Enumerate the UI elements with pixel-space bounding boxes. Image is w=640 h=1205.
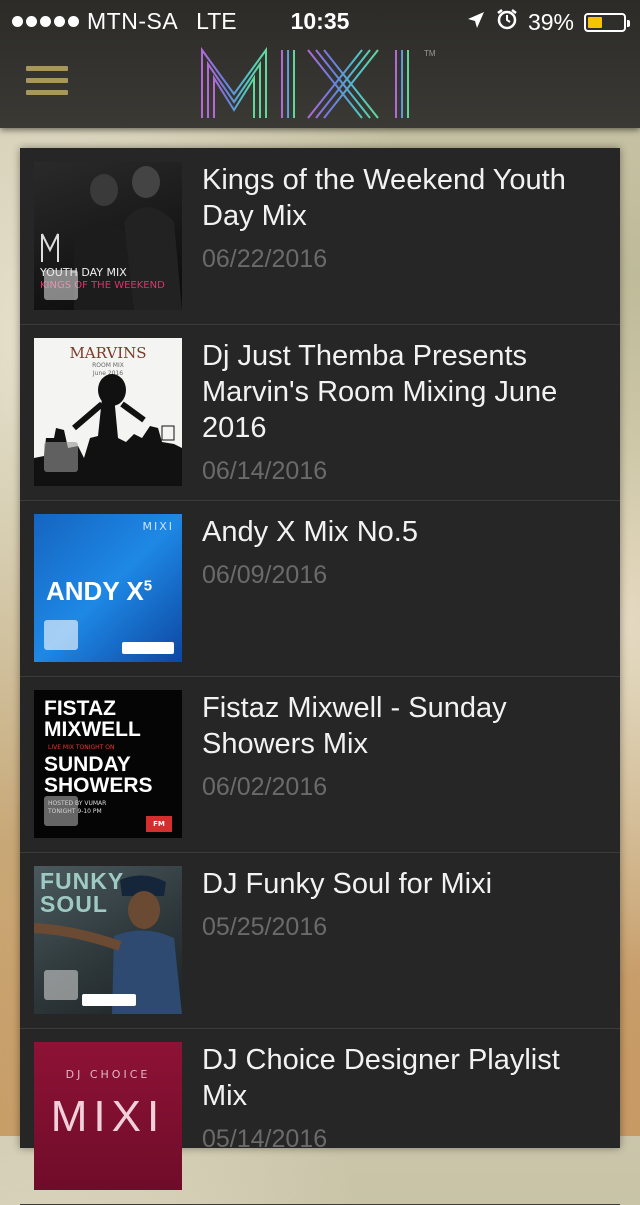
location-arrow-icon xyxy=(466,9,486,36)
mix-cover-art: YOUTH DAY MIX KINGS OF THE WEEKEND xyxy=(34,162,182,310)
mix-date: 06/14/2016 xyxy=(202,457,328,485)
mix-title: DJ Funky Soul for Mixi xyxy=(202,868,493,900)
cover-text: MIXI xyxy=(50,1092,166,1141)
mix-date: 06/09/2016 xyxy=(202,561,328,589)
mix-title: DJ Choice Designer Playlist Mix xyxy=(202,1044,560,1112)
alarm-clock-icon xyxy=(496,8,518,36)
mix-list: YOUTH DAY MIX KINGS OF THE WEEKEND Kings… xyxy=(20,148,620,1205)
hamburger-menu-button[interactable] xyxy=(26,66,68,100)
status-bar: MTN-SA LTE 10:35 39% xyxy=(0,0,640,42)
list-item[interactable]: FISTAZ MIXWELL LIVE MIX TONIGHT ON SUNDA… xyxy=(20,676,620,853)
microphone-icon xyxy=(44,970,78,1000)
cover-text: SUNDAY xyxy=(44,753,131,776)
app-store-badge-icon xyxy=(82,994,136,1006)
microphone-icon xyxy=(44,620,78,650)
mix-title: Andy X Mix No.5 xyxy=(202,516,418,548)
cover-text: 5 xyxy=(143,577,153,595)
cover-text: LIVE MIX TONIGHT ON xyxy=(48,744,115,751)
list-item[interactable]: DJ CHOICE MIXI DJ Choice Designer Playli… xyxy=(20,1028,620,1205)
microphone-icon xyxy=(44,270,78,300)
battery-percent: 39% xyxy=(527,8,574,35)
mix-date: 06/22/2016 xyxy=(202,245,328,273)
mix-date: 05/25/2016 xyxy=(202,913,328,941)
mix-title: Fistaz Mixwell - Sunday Showers Mix xyxy=(202,692,507,760)
cover-text: FISTAZ xyxy=(44,697,116,720)
mix-cover-art: MIXI ANDY X5 xyxy=(34,514,182,662)
mixi-logo: TM xyxy=(196,44,446,124)
list-item[interactable]: MIXI ANDY X5 Andy X Mix No.5 06/09/2016 xyxy=(20,500,620,677)
mix-date: 05/14/2016 xyxy=(202,1125,328,1153)
cover-text: SHOWERS xyxy=(44,774,153,797)
mix-date: 06/02/2016 xyxy=(202,773,328,801)
mix-cover-art: DJ CHOICE MIXI xyxy=(34,1042,182,1190)
cover-text: ANDY X xyxy=(46,576,144,606)
mix-cover-art: FUNKY SOUL xyxy=(34,866,182,1014)
list-item[interactable]: MARVINS ROOM MIX June 2016 Dj Just Themb… xyxy=(20,324,620,501)
list-item[interactable]: FUNKY SOUL DJ Funky Soul for Mixi 05/25/… xyxy=(20,852,620,1029)
mix-title: Dj Just Themba Presents Marvin's Room Mi… xyxy=(202,340,558,444)
mix-cover-art: FISTAZ MIXWELL LIVE MIX TONIGHT ON SUNDA… xyxy=(34,690,182,838)
app-store-badge-icon xyxy=(122,642,174,654)
cover-text: MIXI xyxy=(142,520,174,533)
mix-cover-art: MARVINS ROOM MIX June 2016 xyxy=(34,338,182,486)
microphone-icon xyxy=(44,442,78,472)
top-bar: MTN-SA LTE 10:35 39% TM xyxy=(0,0,640,128)
radio-station-badge: FM xyxy=(146,816,172,832)
microphone-icon xyxy=(44,796,78,826)
cover-text: DJ CHOICE xyxy=(65,1068,151,1081)
battery-icon xyxy=(584,12,630,32)
cover-text: MIXWELL xyxy=(44,718,141,741)
list-item[interactable]: YOUTH DAY MIX KINGS OF THE WEEKEND Kings… xyxy=(20,148,620,325)
svg-text:TM: TM xyxy=(424,49,436,58)
mix-title: Kings of the Weekend Youth Day Mix xyxy=(202,164,566,232)
